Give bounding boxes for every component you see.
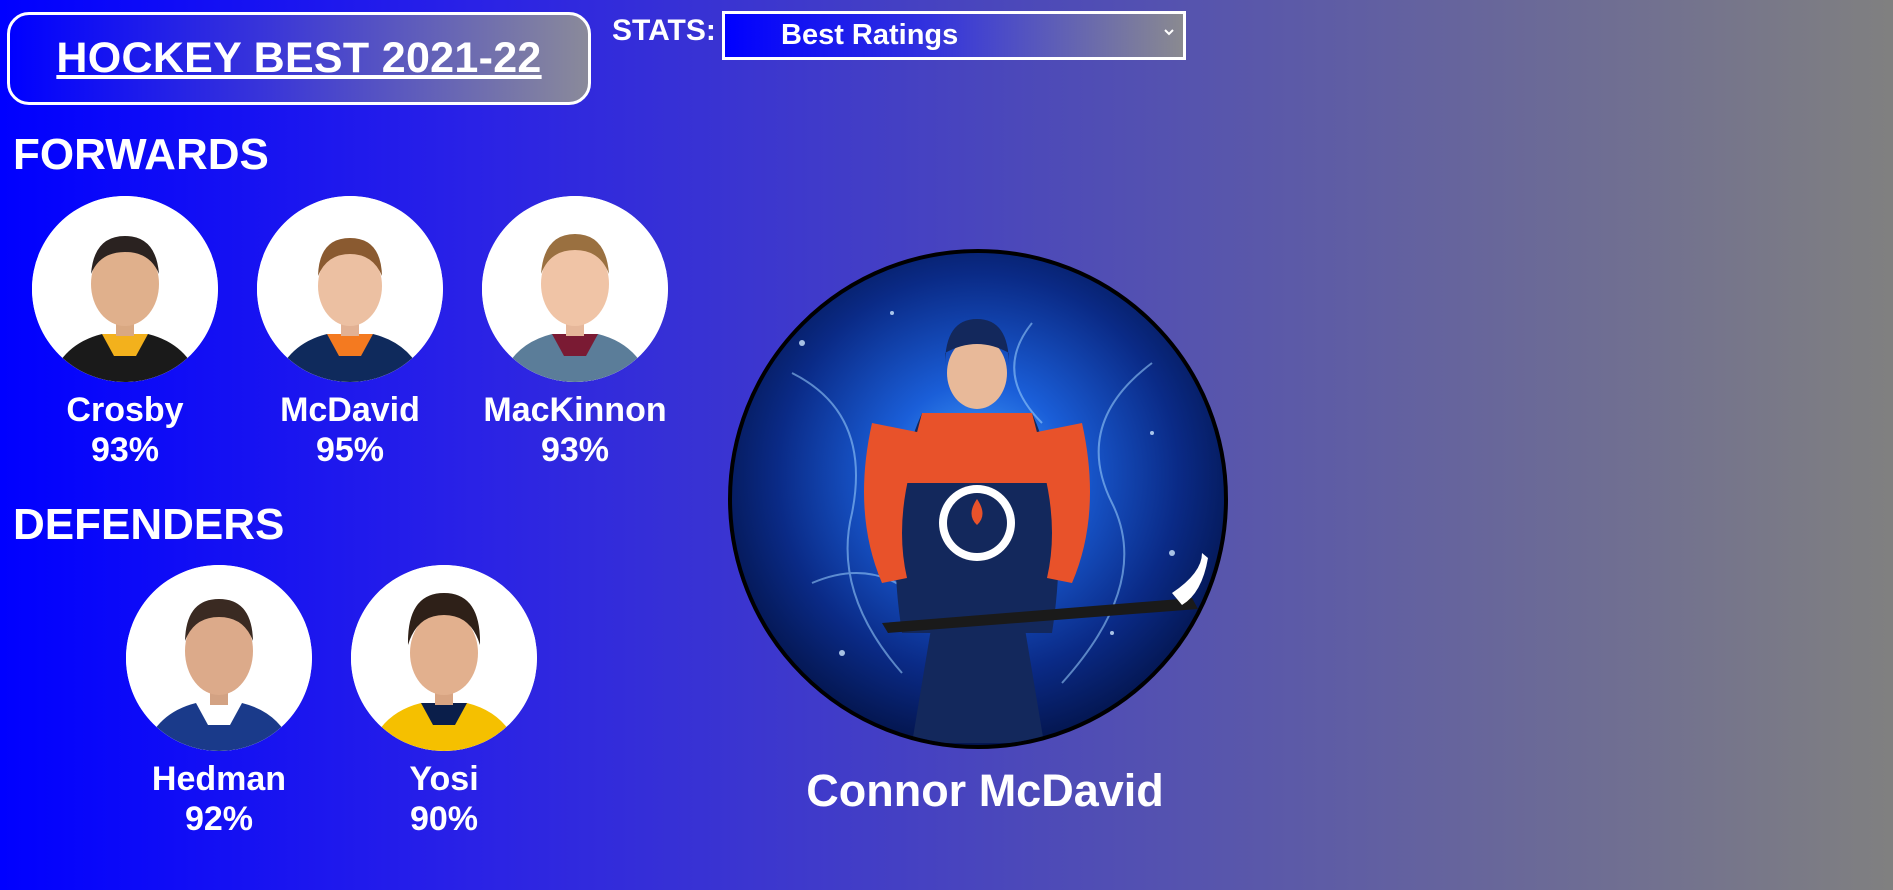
player-rating: 93% bbox=[90, 431, 160, 469]
player-rating: 95% bbox=[315, 431, 385, 469]
player-card-hedman[interactable]: Hedman 92% bbox=[104, 565, 334, 839]
featured-player-name: Connor McDavid bbox=[806, 765, 1164, 816]
player-photo bbox=[482, 196, 668, 382]
player-name: Crosby bbox=[66, 391, 184, 429]
chevron-down-icon bbox=[1164, 29, 1174, 36]
player-card-yosi[interactable]: Yosi 90% bbox=[329, 565, 559, 839]
player-card-mackinnon[interactable]: MacKinnon 93% bbox=[460, 196, 690, 470]
player-photo bbox=[257, 196, 443, 382]
player-card-crosby[interactable]: Crosby 93% bbox=[10, 196, 240, 470]
stats-dropdown[interactable]: Best Ratings bbox=[722, 11, 1186, 60]
player-name: MacKinnon bbox=[483, 391, 667, 429]
stats-selected-value: Best Ratings bbox=[781, 19, 959, 51]
player-rating: 90% bbox=[409, 800, 479, 838]
player-photo bbox=[351, 565, 537, 751]
forwards-heading: FORWARDS bbox=[13, 130, 269, 179]
stats-label: STATS: bbox=[612, 14, 716, 47]
page-title: HOCKEY BEST 2021-22 bbox=[56, 34, 542, 82]
title-box: HOCKEY BEST 2021-22 bbox=[7, 12, 591, 105]
player-photo bbox=[126, 565, 312, 751]
player-card-mcdavid[interactable]: McDavid 95% bbox=[235, 196, 465, 470]
player-rating: 93% bbox=[540, 431, 610, 469]
player-name: Yosi bbox=[409, 760, 479, 798]
player-photo bbox=[32, 196, 218, 382]
defenders-heading: DEFENDERS bbox=[13, 500, 285, 549]
featured-player-image bbox=[728, 249, 1228, 749]
player-name: McDavid bbox=[280, 391, 420, 429]
player-rating: 92% bbox=[184, 800, 254, 838]
player-name: Hedman bbox=[151, 760, 287, 798]
